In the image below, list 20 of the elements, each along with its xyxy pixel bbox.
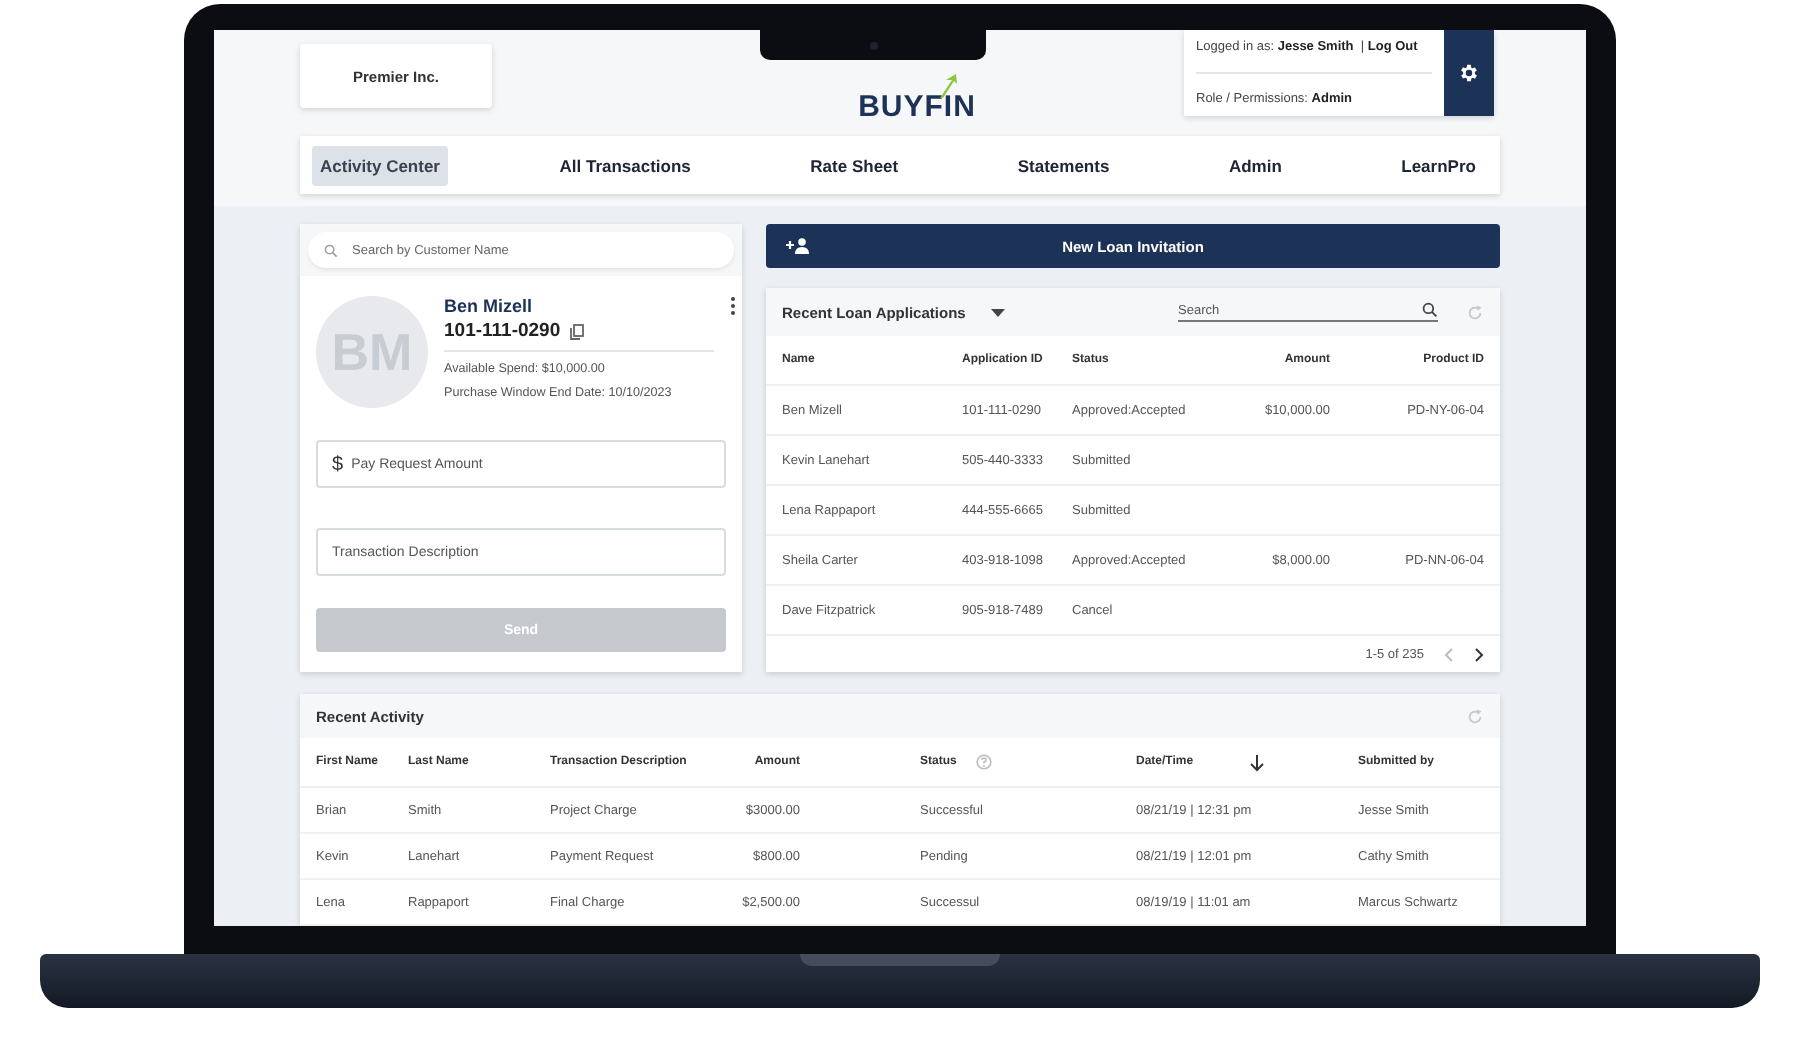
- add-person-icon: [786, 238, 810, 254]
- nav-tab[interactable]: All Transactions: [551, 145, 699, 185]
- copy-icon[interactable]: [570, 323, 585, 339]
- search-icon: [324, 243, 338, 257]
- nav-tab[interactable]: Activity Center: [312, 145, 448, 185]
- customer-name: Ben Mizell: [444, 296, 535, 316]
- account-number: 101-111-0290: [444, 320, 561, 342]
- search-icon: [1422, 302, 1438, 318]
- chevron-right-icon[interactable]: [1474, 647, 1484, 661]
- nav-tab[interactable]: Statements: [1009, 145, 1118, 185]
- settings-icon: [1458, 62, 1480, 84]
- logo-text: BUYFIN: [858, 90, 976, 124]
- nav-tab[interactable]: Admin: [1220, 145, 1290, 185]
- nav-tab[interactable]: LearnPro: [1393, 145, 1484, 185]
- sort-down-icon[interactable]: [1249, 753, 1264, 771]
- settings-button[interactable]: [1444, 30, 1494, 116]
- currency-symbol: $: [332, 453, 344, 475]
- caret-down-icon[interactable]: [989, 307, 1006, 317]
- kebab-menu-icon[interactable]: [730, 296, 736, 316]
- nav-tab[interactable]: Rate Sheet: [802, 145, 907, 185]
